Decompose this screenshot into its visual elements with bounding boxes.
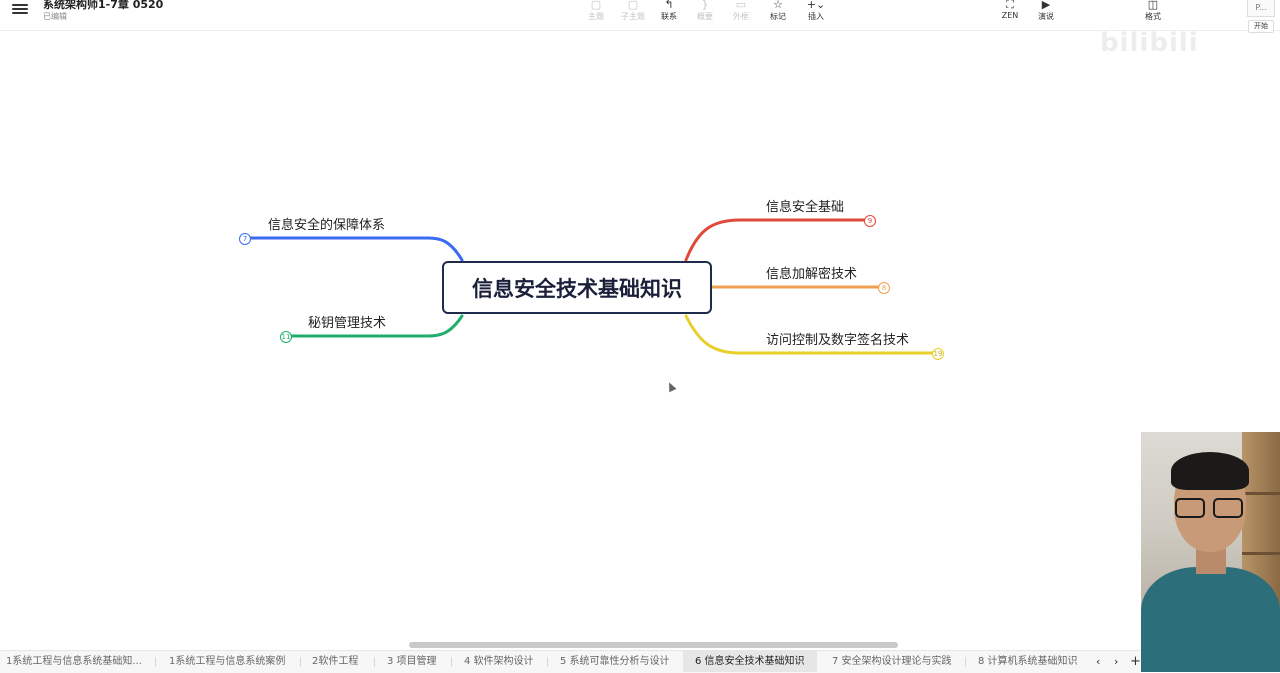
mindmap-branches <box>248 218 934 355</box>
presenter-glasses <box>1175 498 1247 520</box>
topic-left-1[interactable]: 信息安全的保障体系 <box>268 214 385 233</box>
branch-line-right-1 <box>684 218 866 262</box>
sheet-tab[interactable]: 1系统工程与信息系统基础知... <box>4 651 144 672</box>
central-topic[interactable]: 信息安全技术基础知识 <box>442 261 712 314</box>
sheet-tab[interactable]: 3 项目管理 <box>385 651 439 672</box>
next-sheet-button[interactable]: › <box>1114 651 1118 672</box>
tab-divider <box>965 657 966 667</box>
topic-left-2[interactable]: 秘钥管理技术 <box>308 312 386 331</box>
shelf-board <box>1242 492 1280 495</box>
tab-divider <box>155 657 156 667</box>
add-sheet-button[interactable]: + <box>1130 651 1141 672</box>
collapse-count-badge[interactable]: 9 <box>864 215 876 227</box>
collapse-count-badge[interactable]: 8 <box>878 282 890 294</box>
presenter-hair <box>1171 452 1249 490</box>
collapse-count-badge[interactable]: 7 <box>239 233 251 245</box>
sheet-tab[interactable]: 7 安全架构设计理论与实践 <box>830 651 954 672</box>
sheet-tab[interactable]: 4 软件架构设计 <box>462 651 536 672</box>
sheet-tab[interactable]: 1系统工程与信息系统案例 <box>167 651 287 672</box>
presenter-shirt <box>1141 567 1280 672</box>
collapse-count-badge[interactable]: 19 <box>932 348 944 360</box>
topic-right-1[interactable]: 信息安全基础 <box>766 196 844 215</box>
tab-divider <box>451 657 452 667</box>
tab-divider <box>374 657 375 667</box>
topic-right-2[interactable]: 信息加解密技术 <box>766 263 857 282</box>
sheet-tab[interactable]: 8 计算机系统基础知识 <box>976 651 1080 672</box>
collapse-count-badge[interactable]: 11 <box>280 331 292 343</box>
tab-divider <box>547 657 548 667</box>
sheet-tab-bar: 1系统工程与信息系统基础知... 1系统工程与信息系统案例 2软件工程 3 项目… <box>0 650 1141 673</box>
shelf-board <box>1242 552 1280 555</box>
webcam-overlay <box>1141 432 1280 672</box>
sheet-tab[interactable]: 2软件工程 <box>310 651 360 672</box>
topic-right-3[interactable]: 访问控制及数字签名技术 <box>766 329 909 348</box>
sheet-tab-active[interactable]: 6 信息安全技术基础知识 <box>683 651 817 672</box>
horizontal-scrollbar[interactable] <box>409 642 898 648</box>
sheet-tab[interactable]: 5 系统可靠性分析与设计 <box>558 651 672 672</box>
tab-divider <box>300 657 301 667</box>
prev-sheet-button[interactable]: ‹ <box>1096 651 1100 672</box>
branch-line-left-1 <box>248 236 464 262</box>
